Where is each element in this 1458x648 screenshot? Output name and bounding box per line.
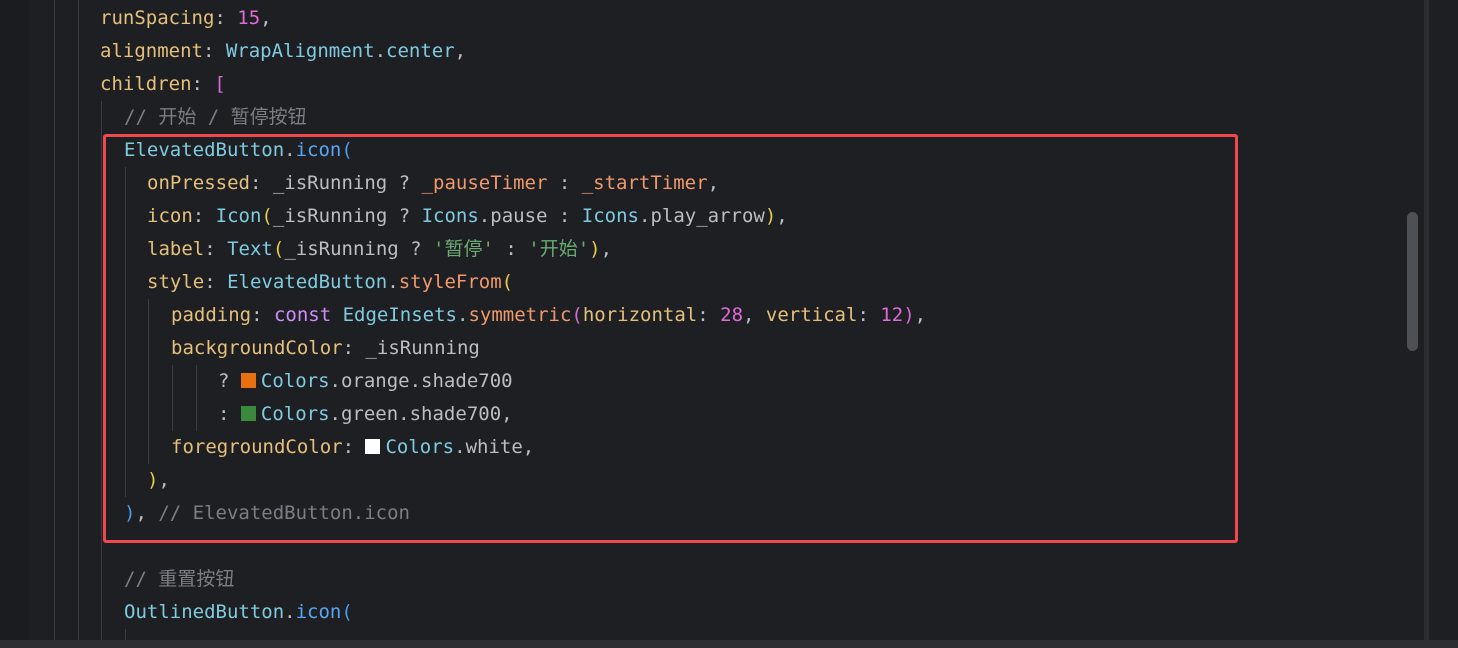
highlight-annotation-box: [103, 134, 1238, 543]
token-property: alignment: [100, 40, 203, 62]
token-class: OutlinedButton: [124, 601, 285, 623]
token-punc: .: [374, 40, 387, 62]
code-line-3[interactable]: children: [: [100, 68, 226, 101]
editor-gutter: [0, 0, 30, 640]
code-editor[interactable]: runSpacing: 15, alignment: WrapAlignment…: [0, 0, 1428, 640]
indent-guide: [54, 0, 55, 640]
token-punc: :: [202, 40, 226, 62]
token-punc: ,: [454, 40, 467, 62]
vertical-scrollbar-track[interactable]: [1428, 0, 1458, 648]
token-comment: // 重置按钮: [124, 568, 235, 590]
horizontal-scrollbar[interactable]: [0, 640, 1458, 648]
code-line-1[interactable]: runSpacing: 15,: [100, 2, 272, 35]
vertical-scrollbar-thumb[interactable]: [1407, 212, 1418, 351]
indent-guide: [78, 0, 79, 640]
token-punc: .: [284, 601, 296, 623]
code-line-18[interactable]: OutlinedButton.icon(: [124, 596, 353, 629]
token-class: WrapAlignment: [225, 40, 375, 62]
token-function: icon: [295, 601, 342, 623]
token-property: runSpacing: [100, 7, 215, 29]
token-number: 15: [237, 7, 261, 29]
indent-guide: [101, 101, 102, 640]
code-line-17[interactable]: // 重置按钮: [124, 563, 234, 596]
token-punc: :: [191, 73, 215, 95]
code-line-2[interactable]: alignment: WrapAlignment.center,: [100, 35, 466, 68]
indent-guide: [125, 629, 126, 640]
token-property: children: [100, 73, 192, 95]
token-punc: ,: [260, 7, 272, 29]
token-bracket: [: [214, 73, 226, 95]
token-punc: :: [214, 7, 238, 29]
token-comment: // 开始 / 暂停按钮: [124, 106, 307, 128]
token-bracket: (: [341, 601, 353, 623]
token-member: center: [386, 40, 455, 62]
code-line-4[interactable]: // 开始 / 暂停按钮: [124, 101, 307, 134]
